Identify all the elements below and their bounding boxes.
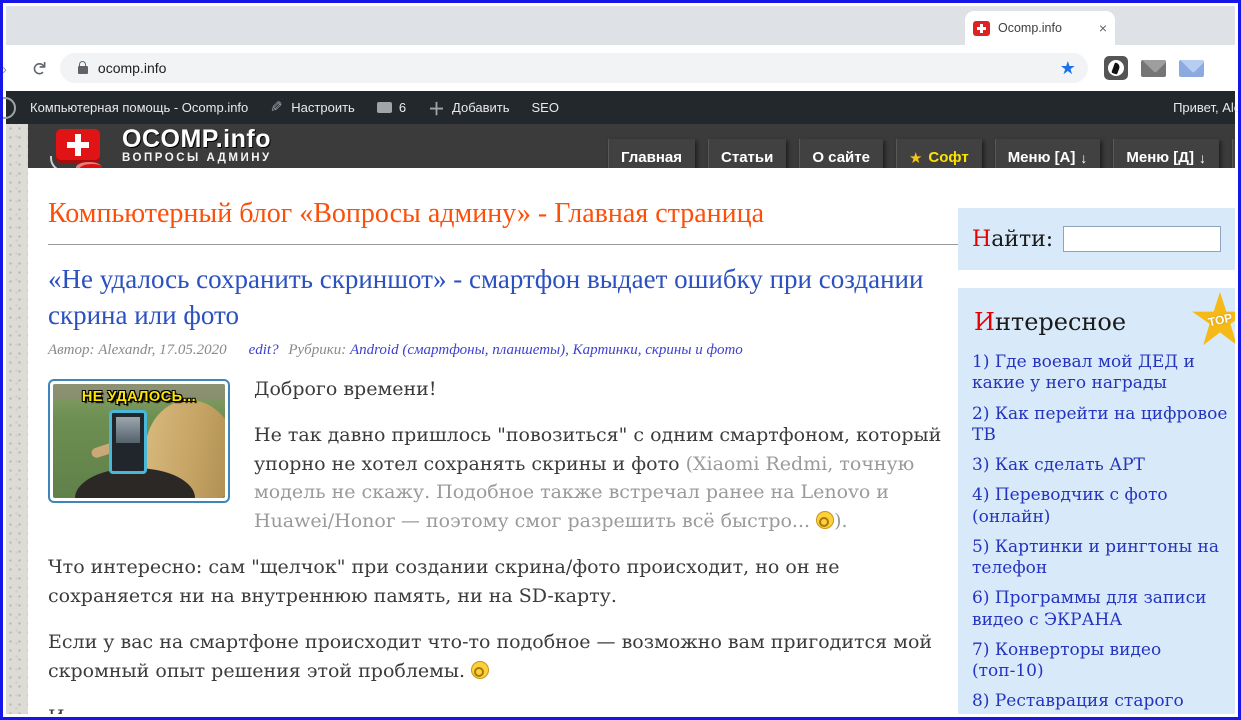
paragraph-cutoff: И bbox=[48, 703, 963, 714]
logo-subtitle: ВОПРОСЫ АДМИНУ bbox=[122, 152, 272, 164]
page-area: OCOMP.info ВОПРОСЫ АДМИНУ Главная Статьи… bbox=[6, 124, 1235, 714]
admin-add-new[interactable]: ＋ Добавить bbox=[428, 95, 509, 120]
tab-title: Ocomp.info bbox=[998, 21, 1099, 35]
forward-icon[interactable]: › bbox=[2, 61, 12, 75]
site-logo[interactable]: OCOMP.info ВОПРОСЫ АДМИНУ bbox=[48, 126, 272, 170]
content-area: Компьютерный блог «Вопросы админу» - Гла… bbox=[28, 168, 1235, 714]
add-new-label: Добавить bbox=[452, 100, 509, 115]
customize-label: Настроить bbox=[291, 100, 355, 115]
lock-icon bbox=[78, 66, 88, 74]
extension-icons bbox=[1104, 56, 1204, 80]
article-title[interactable]: «Не удалось сохранить скриншот» - смартф… bbox=[48, 261, 963, 334]
sidebar-link-1[interactable]: 1) Где воевал мой ДЕД и какие у него наг… bbox=[972, 352, 1231, 395]
article-meta: Автор: Alexandr, 17.05.2020 edit? Рубрики… bbox=[48, 342, 963, 359]
admin-customize[interactable]: Настроить bbox=[270, 100, 355, 115]
site-favicon-icon bbox=[973, 21, 990, 36]
interesting-title: Интересное bbox=[974, 308, 1231, 336]
site-header: OCOMP.info ВОПРОСЫ АДМИНУ Главная Статьи… bbox=[28, 124, 1235, 168]
article-author: Автор: Alexandr, 17.05.2020 bbox=[48, 342, 227, 358]
admin-comments[interactable]: 6 bbox=[377, 100, 406, 115]
paragraph-advice: Если у вас на смартфоне происходит что-т… bbox=[48, 628, 963, 685]
phone-icon bbox=[109, 410, 147, 474]
thumbnail-caption: НЕ УДАЛОСЬ... bbox=[53, 387, 225, 409]
chevron-down-icon: ↓ bbox=[1080, 150, 1087, 166]
url-text[interactable]: ocomp.info bbox=[98, 60, 1060, 76]
browser-toolbar: › ↻ ocomp.info ★ bbox=[6, 45, 1235, 91]
page-title: Компьютерный блог «Вопросы админу» - Гла… bbox=[48, 198, 963, 230]
browser-tab[interactable]: Ocomp.info × bbox=[965, 11, 1115, 45]
article-thumbnail[interactable]: НЕ УДАЛОСЬ... bbox=[48, 379, 230, 503]
article-body: НЕ УДАЛОСЬ... Доброго времени! Не так да… bbox=[48, 375, 963, 714]
reload-icon[interactable]: ↻ bbox=[26, 60, 49, 76]
aid-kit-icon bbox=[56, 129, 100, 163]
search-label: Найти: bbox=[972, 227, 1053, 252]
comment-bubble-icon bbox=[377, 102, 392, 113]
divider bbox=[48, 244, 963, 245]
star-icon: ★ bbox=[909, 149, 922, 167]
extension-pen-icon[interactable] bbox=[1104, 56, 1128, 80]
wp-admin-bar: Компьютерная помощь - Ocomp.info Настрои… bbox=[6, 91, 1235, 124]
ok-hand-emoji bbox=[471, 661, 489, 679]
tab-strip: Ocomp.info × bbox=[6, 6, 1235, 45]
interesting-widget: TOP Интересное 1) Где воевал мой ДЕД и к… bbox=[958, 288, 1235, 714]
plus-icon: ＋ bbox=[428, 95, 445, 120]
rubric-links[interactable]: Android (смартфоны, планшеты), Картинки,… bbox=[350, 342, 743, 358]
admin-seo[interactable]: SEO bbox=[532, 100, 559, 115]
mail-blue-icon[interactable] bbox=[1179, 60, 1204, 77]
paragraph-detail: Что интересно: сам "щелчок" при создании… bbox=[48, 553, 963, 610]
logo-title: OCOMP.info bbox=[122, 126, 272, 152]
sidebar-link-6[interactable]: 6) Программы для записи видео с ЭКРАНА bbox=[972, 588, 1231, 631]
edit-link[interactable]: edit? bbox=[249, 342, 279, 358]
sidebar-link-7[interactable]: 7) Конверторы видео (топ-10) bbox=[972, 640, 1231, 683]
sidebar-link-3[interactable]: 3) Как сделать АРТ bbox=[972, 455, 1231, 476]
brush-icon bbox=[270, 101, 284, 115]
chevron-down-icon: ↓ bbox=[1199, 150, 1206, 166]
address-bar[interactable]: ocomp.info ★ bbox=[60, 53, 1088, 83]
sidebar: Найти: TOP Интересное 1) Где воевал мой … bbox=[958, 208, 1235, 714]
browser-window: Ocomp.info × › ↻ ocomp.info ★ Компьютерн… bbox=[0, 0, 1241, 720]
admin-greeting[interactable]: Привет, Ale bbox=[1173, 100, 1241, 115]
sidebar-link-8[interactable]: 8) Реставрация старого фото bbox=[972, 691, 1231, 714]
comments-count: 6 bbox=[399, 100, 406, 115]
tab-close-icon[interactable]: × bbox=[1099, 20, 1107, 36]
thumbnail-image: НЕ УДАЛОСЬ... bbox=[53, 384, 225, 498]
admin-site-name[interactable]: Компьютерная помощь - Ocomp.info bbox=[30, 100, 248, 115]
search-input[interactable] bbox=[1063, 226, 1221, 252]
rubrics-label: Рубрики: bbox=[288, 342, 346, 358]
mail-gray-icon[interactable] bbox=[1141, 60, 1166, 77]
bookmark-star-icon[interactable]: ★ bbox=[1060, 58, 1076, 79]
sidebar-link-5[interactable]: 5) Картинки и рингтоны на телефон bbox=[972, 537, 1231, 580]
sidebar-link-2[interactable]: 2) Как перейти на цифровое ТВ bbox=[972, 404, 1231, 447]
main-column: Компьютерный блог «Вопросы админу» - Гла… bbox=[48, 168, 963, 714]
search-widget: Найти: bbox=[958, 208, 1235, 270]
ok-hand-emoji bbox=[816, 511, 834, 529]
wordpress-logo-icon[interactable] bbox=[0, 97, 16, 119]
sidebar-link-4[interactable]: 4) Переводчик с фото (онлайн) bbox=[972, 485, 1231, 528]
